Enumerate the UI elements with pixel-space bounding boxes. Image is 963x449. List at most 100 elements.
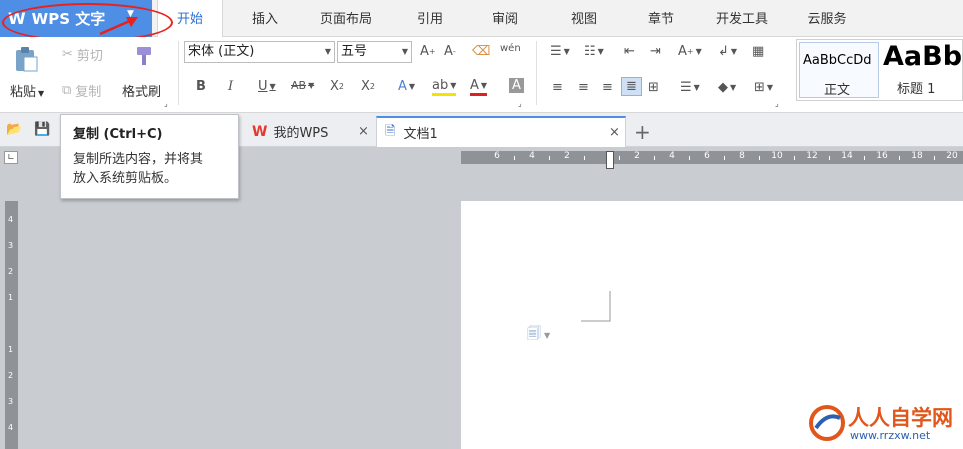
font-family-value: 宋体 (正文): [188, 44, 255, 59]
ruler-h-label: 6: [494, 151, 500, 161]
style-normal-preview: AaBbCcDd: [803, 53, 872, 68]
ruler-h-tick: [864, 156, 865, 160]
indent-marker-icon[interactable]: [606, 151, 614, 169]
tab-developer[interactable]: 开发工具: [702, 0, 782, 37]
ruler-h-label: 2: [634, 151, 640, 161]
bold-icon[interactable]: B: [196, 79, 206, 94]
doc-tab-document1[interactable]: 🗎 文档1 ×: [376, 116, 626, 147]
doc-tab-label: 我的WPS: [273, 126, 329, 141]
table-grid-icon[interactable]: ▦: [752, 44, 764, 59]
phonetic-guide-icon[interactable]: wén: [500, 43, 521, 54]
watermark-url: www.rrzxw.net: [850, 429, 931, 442]
ruler-h-tick: [689, 156, 690, 160]
character-shading-icon[interactable]: A: [509, 78, 524, 93]
tab-view[interactable]: 视图: [556, 0, 612, 37]
font-color-icon[interactable]: A ▼: [470, 78, 488, 96]
ribbon-toolbar: 粘贴 ▼ ✂ 剪切 ⧉ 复制 格式刷 ⌟ 宋体 (正文) ▼ 五号 ▼ A + A- ⌫ w…: [0, 37, 963, 113]
scissors-icon: ✂: [62, 47, 73, 62]
tab-cloud[interactable]: 云服务: [795, 0, 859, 37]
format-painter-icon[interactable]: [130, 43, 158, 71]
font-launcher-icon[interactable]: ⌟: [518, 99, 522, 108]
distributed-icon[interactable]: ⊞: [648, 80, 659, 95]
subscript-icon[interactable]: X2: [361, 79, 375, 94]
clear-format-icon[interactable]: ⌫: [472, 44, 490, 59]
ruler-h-label: 18: [911, 151, 923, 161]
ruler-h-label: 14: [841, 151, 853, 161]
grow-font-icon[interactable]: A +: [420, 44, 436, 59]
save-icon[interactable]: 💾: [34, 122, 50, 137]
text-direction-icon[interactable]: A + ▼: [678, 44, 702, 59]
tab-section[interactable]: 章节: [633, 0, 689, 37]
paste-options-icon[interactable]: 🗐 ▼: [527, 323, 550, 347]
close-icon[interactable]: ×: [358, 124, 369, 139]
paste-button[interactable]: 粘贴 ▼: [10, 81, 44, 100]
ruler-v-label: 1: [8, 293, 14, 302]
ruler-h-label: 10: [771, 151, 783, 161]
paragraph-launcher-icon[interactable]: ⌟: [775, 99, 779, 108]
chevron-down-icon: ▼: [401, 47, 408, 56]
underline-icon[interactable]: U ▼: [258, 79, 276, 94]
ruler-v-label: 3: [8, 397, 14, 406]
ruler-h-label: 16: [876, 151, 888, 161]
paste-icon[interactable]: [8, 43, 46, 75]
text-effect-icon[interactable]: A ▼: [398, 79, 415, 94]
format-painter-button[interactable]: 格式刷: [122, 81, 161, 100]
document-icon: 🗎: [385, 123, 396, 139]
copy-button[interactable]: ⧉ 复制: [62, 81, 101, 100]
style-normal-label: 正文: [824, 83, 851, 98]
tab-stop-selector-icon[interactable]: ∟: [4, 151, 18, 164]
tab-page-layout[interactable]: 页面布局: [306, 0, 386, 37]
decrease-indent-icon[interactable]: ⇤: [624, 44, 635, 59]
tooltip-description-line2: 放入系统剪贴板。: [73, 171, 178, 186]
strikethrough-icon[interactable]: AB ▼: [291, 79, 314, 92]
ruler-h-tick: [759, 156, 760, 160]
tab-review[interactable]: 审阅: [477, 0, 533, 37]
ruler-h-tick: [724, 156, 725, 160]
style-heading-1[interactable]: AaBb 标题 1: [881, 42, 961, 98]
highlight-arrow-icon: [99, 17, 138, 36]
watermark-name: 人人自学网: [848, 406, 953, 430]
justify-icon[interactable]: ≣: [621, 77, 642, 96]
close-icon[interactable]: ×: [609, 125, 620, 140]
show-marks-icon[interactable]: ↲ ▼: [718, 44, 737, 59]
horizontal-ruler[interactable]: 6 4 2 2 4 6 8 10 12 14 16 18 20: [461, 151, 963, 169]
font-family-select[interactable]: 宋体 (正文) ▼: [184, 41, 335, 63]
vertical-ruler[interactable]: 4 3 2 1 1 2 3 4: [5, 201, 18, 449]
ruler-v-label: 2: [8, 267, 14, 276]
line-spacing-icon[interactable]: ☰ ▼: [680, 80, 700, 95]
tab-references[interactable]: 引用: [402, 0, 458, 37]
tooltip-title: 复制 (Ctrl+C): [73, 127, 163, 142]
highlight-color-icon[interactable]: ab ▼: [432, 78, 457, 96]
watermark: 人人自学网 www.rrzxw.net: [808, 402, 963, 446]
ruler-v-label: 4: [8, 423, 14, 432]
increase-indent-icon[interactable]: ⇥: [650, 44, 661, 59]
font-size-select[interactable]: 五号 ▼: [337, 41, 412, 63]
tooltip-description-line1: 复制所选内容，并将其: [73, 152, 204, 167]
wps-logo-icon: W: [252, 123, 268, 140]
align-left-icon[interactable]: ≡: [552, 80, 563, 95]
doc-tab-label: 文档1: [403, 127, 438, 142]
clipboard-launcher-icon[interactable]: ⌟: [164, 99, 168, 108]
ruler-h-tick: [829, 156, 830, 160]
new-tab-plus-icon[interactable]: +: [634, 116, 651, 147]
cut-button[interactable]: ✂ 剪切: [62, 45, 103, 64]
style-heading-preview: AaBb: [883, 42, 961, 72]
shading-icon[interactable]: ◆ ▼: [718, 80, 736, 95]
open-folder-icon[interactable]: 📂: [6, 122, 22, 137]
margin-corner-mark: [581, 291, 611, 322]
tab-insert[interactable]: 插入: [237, 0, 293, 37]
bullet-list-icon[interactable]: ☰ ▼: [550, 44, 570, 59]
italic-icon[interactable]: I: [228, 79, 233, 94]
style-normal[interactable]: AaBbCcDd 正文: [799, 42, 879, 98]
shrink-font-icon[interactable]: A-: [444, 44, 456, 59]
numbered-list-icon[interactable]: ☷ ▼: [584, 44, 604, 59]
superscript-icon[interactable]: X2: [330, 79, 344, 94]
ruler-h-label: 2: [564, 151, 570, 161]
align-center-icon[interactable]: ≡: [578, 80, 589, 95]
align-right-icon[interactable]: ≡: [602, 80, 613, 95]
doc-tab-mywps[interactable]: W 我的WPS ×: [244, 116, 372, 147]
ruler-h-tick: [934, 156, 935, 160]
chevron-down-icon: ▼: [324, 47, 331, 56]
borders-icon[interactable]: ⊞ ▼: [754, 80, 773, 95]
ruler-h-label: 4: [669, 151, 675, 161]
